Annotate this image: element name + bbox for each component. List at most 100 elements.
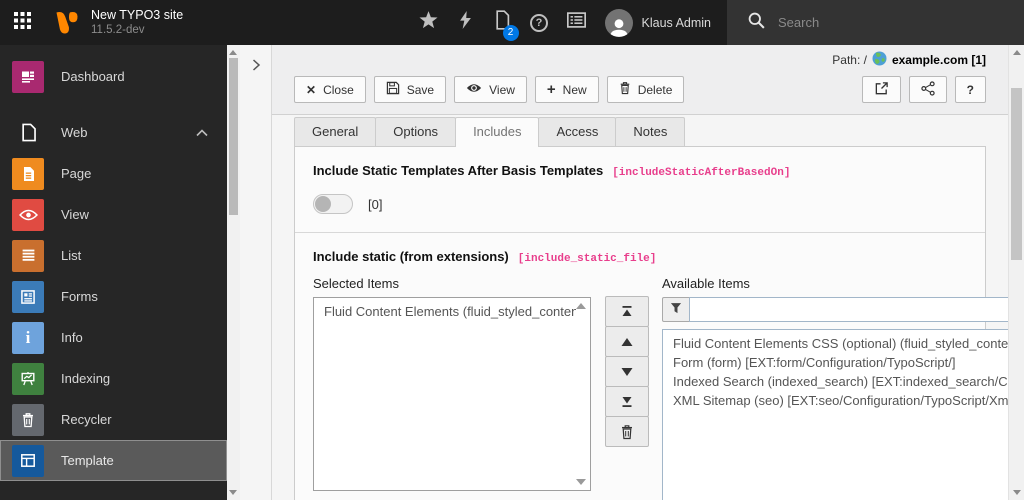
move-to-bottom-button[interactable] — [605, 386, 649, 417]
scrollbar-thumb[interactable] — [229, 58, 238, 215]
sidebar-item-label: Page — [61, 166, 92, 181]
opendocs-count-badge: 2 — [502, 25, 519, 41]
modulemenu-scrollbar[interactable] — [227, 45, 240, 500]
star-icon — [418, 11, 438, 34]
doc-toolbar: ✕ Close Save View + New Delete ? — [294, 76, 986, 103]
breadcrumb: Path: / example.com [1] — [294, 51, 986, 69]
sidebar-item-dashboard[interactable]: Dashboard — [0, 56, 227, 97]
module-menu: Dashboard Web Page View List Forms i Inf… — [0, 45, 227, 500]
sidebar-item-page[interactable]: Page — [0, 153, 227, 194]
tab-access[interactable]: Access — [538, 117, 617, 146]
typo3-logo[interactable] — [53, 0, 81, 45]
static-after-toggle[interactable] — [313, 194, 353, 214]
section-static-after: Include Static Templates After Basis Tem… — [295, 147, 985, 232]
main-scrollbar[interactable] — [1008, 45, 1024, 500]
save-icon — [386, 81, 400, 98]
selected-items-label: Selected Items — [313, 276, 399, 291]
funnel-icon — [670, 301, 682, 319]
sidebar-item-label: View — [61, 207, 89, 222]
available-items-list[interactable]: Fluid Content Elements CSS (optional) (f… — [662, 329, 1008, 500]
sidebar-item-forms[interactable]: Forms — [0, 276, 227, 317]
sidebar-item-label: Indexing — [61, 371, 111, 386]
eye-icon — [12, 198, 44, 231]
toggle-knob — [315, 196, 331, 212]
list-item[interactable]: Indexed Search (indexed_search) [EXT:ind… — [663, 372, 1008, 391]
path-page-title[interactable]: example.com [1] — [892, 53, 986, 67]
scroll-down-arrow[interactable] — [229, 490, 237, 495]
field-code: [includeStaticAfterBasedOn] — [612, 167, 791, 179]
sidebar-item-indexing[interactable]: Indexing — [0, 358, 227, 399]
sidebar-item-view[interactable]: View — [0, 194, 227, 235]
close-icon: ✕ — [306, 82, 317, 97]
list-item[interactable]: Fluid Content Elements CSS (optional) (f… — [663, 330, 1008, 353]
sidebar-item-recycler[interactable]: Recycler — [0, 399, 227, 440]
docheader-help-button[interactable]: ? — [954, 76, 986, 103]
share-button[interactable] — [908, 76, 947, 103]
opendocs-button[interactable]: 2 — [484, 0, 521, 45]
scrollbar-thumb[interactable] — [1011, 88, 1022, 260]
open-in-new-window-icon — [874, 81, 889, 99]
available-items-filter-input[interactable] — [689, 297, 1008, 322]
new-button[interactable]: + New — [534, 76, 599, 103]
sidebar-item-web[interactable]: Web — [0, 112, 227, 153]
question-circle-icon: ? — [530, 13, 549, 32]
sidebar-item-list[interactable]: List — [0, 235, 227, 276]
tab-options[interactable]: Options — [375, 117, 457, 146]
scroll-up-arrow[interactable] — [576, 303, 586, 309]
help-button[interactable]: ? — [521, 0, 558, 45]
tab-bar: General Options Includes Access Notes — [294, 117, 986, 147]
sidebar-item-label: Web — [61, 125, 88, 140]
list-item[interactable]: Form (form) [EXT:form/Configuration/Typo… — [663, 353, 1008, 372]
user-menu[interactable]: Klaus Admin — [595, 0, 727, 45]
scroll-down-arrow[interactable] — [1013, 490, 1021, 495]
module-grid-button[interactable] — [0, 0, 45, 45]
selected-items-list[interactable]: Fluid Content Elements (fluid_styled_con… — [313, 297, 591, 491]
search-placeholder: Search — [778, 15, 820, 30]
filter-button[interactable] — [662, 297, 690, 322]
save-button-label: Save — [406, 82, 435, 97]
open-in-new-window-button[interactable] — [861, 76, 901, 103]
view-eye-icon — [466, 82, 482, 97]
list-item[interactable]: Fluid Content Elements (fluid_styled_con… — [314, 298, 576, 321]
global-search-input[interactable]: Search — [727, 0, 1024, 45]
list-item[interactable]: XML Sitemap (seo) [EXT:seo/Configuration… — [663, 391, 1008, 410]
view-button-label: View — [489, 82, 515, 97]
bolt-icon — [459, 11, 472, 34]
delete-trash-icon — [619, 81, 631, 98]
scroll-up-arrow[interactable] — [229, 50, 237, 55]
field-title: Include Static Templates After Basis Tem… — [313, 163, 604, 178]
remove-item-button[interactable] — [605, 416, 649, 447]
close-button-label: Close — [323, 82, 354, 97]
view-button[interactable]: View — [454, 76, 527, 103]
section-include-static: Include static (from extensions) [includ… — [295, 232, 1008, 500]
expand-pagetree-button[interactable] — [246, 55, 266, 75]
tab-notes[interactable]: Notes — [615, 117, 686, 146]
list-panel-icon — [566, 12, 586, 33]
clear-cache-button[interactable] — [447, 0, 484, 45]
tab-includes[interactable]: Includes — [455, 117, 540, 147]
topbar: New TYPO3 site 11.5.2-dev 2 ? Klaus Admi… — [0, 0, 1024, 45]
move-to-top-button[interactable] — [605, 296, 649, 327]
close-button[interactable]: ✕ Close — [294, 76, 366, 103]
path-label: Path: / — [832, 53, 867, 67]
plus-icon: + — [546, 81, 556, 98]
web-group-icon — [12, 117, 44, 149]
field-code: [include_static_file] — [517, 253, 657, 265]
sidebar-item-template[interactable]: Template — [0, 440, 227, 481]
sidebar-item-info[interactable]: i Info — [0, 317, 227, 358]
scroll-down-arrow[interactable] — [576, 479, 586, 485]
move-down-button[interactable] — [605, 356, 649, 387]
site-title-block[interactable]: New TYPO3 site 11.5.2-dev — [91, 0, 183, 45]
scroll-up-arrow[interactable] — [1013, 50, 1021, 55]
bookmark-button[interactable] — [410, 0, 447, 45]
systeminfo-button[interactable] — [558, 0, 595, 45]
chevron-up-icon — [196, 125, 208, 140]
sidebar-item-label: Dashboard — [61, 69, 125, 84]
tab-general[interactable]: General — [294, 117, 377, 146]
delete-button[interactable]: Delete — [606, 76, 685, 103]
save-button[interactable]: Save — [373, 76, 447, 103]
sidebar-item-label: Info — [61, 330, 83, 345]
move-up-button[interactable] — [605, 326, 649, 357]
content-area: Path: / example.com [1] ✕ Close Save Vie… — [272, 45, 1008, 500]
